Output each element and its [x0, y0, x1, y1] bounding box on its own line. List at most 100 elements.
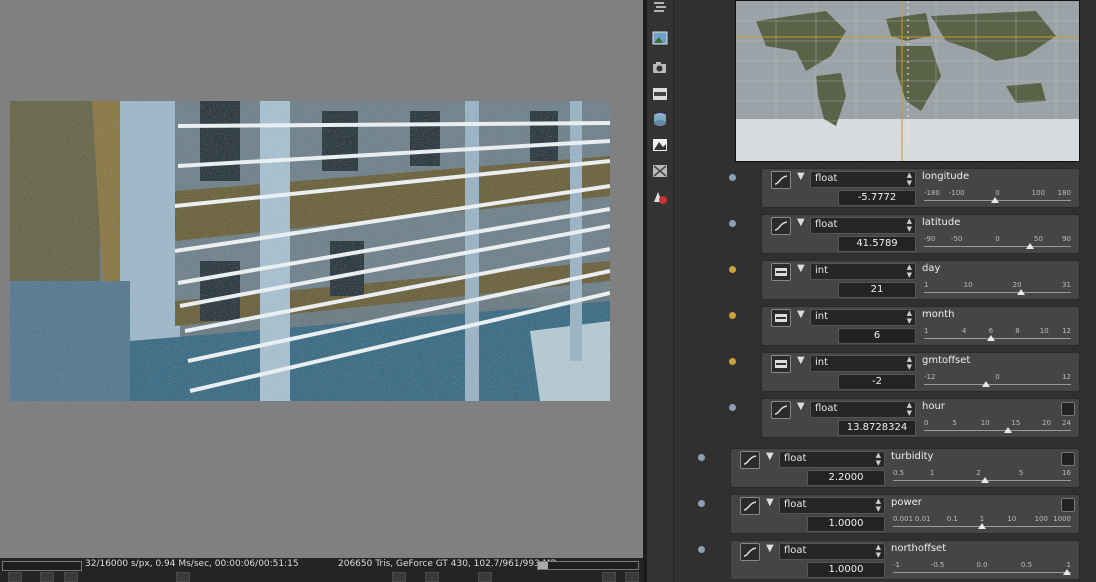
render-viewport[interactable]	[0, 0, 643, 582]
param-connector[interactable]	[698, 546, 705, 553]
slider-track[interactable]	[924, 384, 1071, 385]
slider-thumb[interactable]	[981, 381, 990, 387]
int-node-icon[interactable]	[771, 263, 791, 281]
param-name: longitude	[922, 171, 970, 182]
value-field[interactable]: -2	[838, 374, 916, 390]
float-node-icon[interactable]	[771, 171, 791, 189]
slider-tick-label: 5	[952, 419, 957, 427]
slider-track[interactable]	[924, 246, 1071, 247]
param-connector[interactable]	[729, 174, 736, 181]
float-node-icon[interactable]	[771, 217, 791, 235]
slider-thumb[interactable]	[978, 523, 986, 529]
float-node-icon[interactable]	[740, 497, 760, 515]
int-node-icon[interactable]	[771, 355, 791, 373]
param-connector[interactable]	[729, 220, 736, 227]
param-connector[interactable]	[698, 454, 705, 461]
clay-icon[interactable]	[602, 572, 616, 582]
pause-icon[interactable]	[8, 572, 22, 582]
object-icon[interactable]	[652, 112, 668, 126]
value-field[interactable]: 1.0000	[807, 562, 885, 578]
curve-mode-icon[interactable]	[1061, 452, 1075, 466]
collapse-toggle-icon[interactable]: ▼	[797, 309, 805, 320]
type-dropdown[interactable]: float ▲ ▼	[779, 451, 885, 468]
float-node-icon[interactable]	[771, 401, 791, 419]
slider-track[interactable]	[924, 338, 1071, 339]
curve-mode-icon[interactable]	[1061, 498, 1075, 512]
collapse-toggle-icon[interactable]: ▼	[766, 543, 774, 554]
value-slider[interactable]: 1 10 20 31	[924, 281, 1071, 297]
collapse-toggle-icon[interactable]: ▼	[797, 263, 805, 274]
param-connector[interactable]	[729, 312, 736, 319]
zoom-icon[interactable]	[392, 572, 406, 582]
value-field[interactable]: 2.2000	[807, 470, 885, 486]
value-slider[interactable]: 1 4 6 8 10 12	[924, 327, 1071, 343]
value-field[interactable]: 41.5789	[838, 236, 916, 252]
type-dropdown[interactable]: float ▲ ▼	[810, 217, 916, 234]
slider-track[interactable]	[893, 572, 1071, 573]
param-connector[interactable]	[698, 500, 705, 507]
collapse-toggle-icon[interactable]: ▼	[766, 497, 774, 508]
slider-thumb[interactable]	[987, 335, 996, 341]
param-connector[interactable]	[729, 358, 736, 365]
value-slider[interactable]: -1 -0.5 0.0 0.5 1	[893, 561, 1071, 577]
type-dropdown[interactable]: int ▲ ▼	[810, 355, 916, 372]
slider-tick-label: -0.5	[930, 561, 945, 569]
value-field[interactable]: 21	[838, 282, 916, 298]
slider-thumb[interactable]	[981, 477, 990, 483]
world-map[interactable]	[735, 0, 1080, 162]
type-dropdown[interactable]: float ▲ ▼	[810, 171, 916, 188]
image-icon[interactable]	[652, 31, 668, 45]
render-image[interactable]	[10, 101, 610, 401]
float-node-icon[interactable]	[740, 451, 760, 469]
value-slider[interactable]: 0 5 10 15 20 24	[924, 419, 1071, 435]
slider-track[interactable]	[924, 430, 1071, 431]
type-dropdown[interactable]: float ▲ ▼	[779, 497, 885, 514]
collapse-toggle-icon[interactable]: ▼	[797, 355, 805, 366]
param-connector[interactable]	[729, 266, 736, 273]
type-dropdown[interactable]: int ▲ ▼	[810, 263, 916, 280]
param-name: latitude	[922, 217, 961, 228]
slider-thumb[interactable]	[1063, 569, 1071, 575]
value-slider[interactable]: -180 -100 0 100 180	[924, 189, 1071, 205]
slider-thumb[interactable]	[991, 197, 1000, 203]
stop-icon[interactable]	[40, 572, 54, 582]
camera-icon[interactable]	[652, 60, 668, 74]
type-dropdown[interactable]: int ▲ ▼	[810, 309, 916, 326]
camera-view-icon[interactable]	[176, 572, 190, 582]
slider-tick-label: 0.001	[893, 515, 914, 523]
value-slider[interactable]: -12 0 12	[924, 373, 1071, 389]
value-slider[interactable]: 0.5 1 2 5 16	[893, 469, 1071, 485]
type-dropdown[interactable]: float ▲ ▼	[779, 543, 885, 560]
value-slider[interactable]: 0.001 0.01 0.1 1 10 100 1000	[893, 515, 1071, 531]
value-field[interactable]: 1.0000	[807, 516, 885, 532]
value-field[interactable]: 6	[838, 328, 916, 344]
collapse-toggle-icon[interactable]: ▼	[797, 171, 805, 182]
collapse-toggle-icon[interactable]: ▼	[797, 217, 805, 228]
param-gmtoffset: ▼ int ▲ ▼ -2 gmtoffset -12 0 12	[729, 352, 1080, 392]
float-node-icon[interactable]	[740, 543, 760, 561]
play-icon[interactable]	[64, 572, 78, 582]
slider-tick-label: 31	[1062, 281, 1071, 289]
film-icon[interactable]	[652, 87, 668, 101]
value-field[interactable]: -5.7772	[838, 190, 916, 206]
sun-icon[interactable]	[478, 572, 492, 582]
curve-mode-icon[interactable]	[1061, 402, 1075, 416]
int-node-icon[interactable]	[771, 309, 791, 327]
material-icon[interactable]	[652, 190, 668, 204]
value-slider[interactable]: -90 -50 0 50 90	[924, 235, 1071, 251]
value-field[interactable]: 13.8728324	[838, 420, 916, 436]
focus-icon[interactable]	[425, 572, 439, 582]
collapse-toggle-icon[interactable]: ▼	[766, 451, 774, 462]
type-dropdown[interactable]: float ▲ ▼	[810, 401, 916, 418]
collapse-toggle-icon[interactable]: ▼	[797, 401, 805, 412]
slider-thumb[interactable]	[1025, 243, 1034, 249]
layers-icon[interactable]	[652, 0, 668, 14]
slider-thumb[interactable]	[1016, 289, 1025, 295]
fullscreen-icon[interactable]	[625, 572, 639, 582]
texture-icon[interactable]	[652, 164, 668, 178]
slider-track[interactable]	[924, 292, 1071, 293]
slider-thumb[interactable]	[1004, 427, 1013, 433]
param-connector[interactable]	[729, 404, 736, 411]
slider-tick-label: 10	[1039, 327, 1049, 335]
landscape-icon[interactable]	[652, 138, 668, 152]
